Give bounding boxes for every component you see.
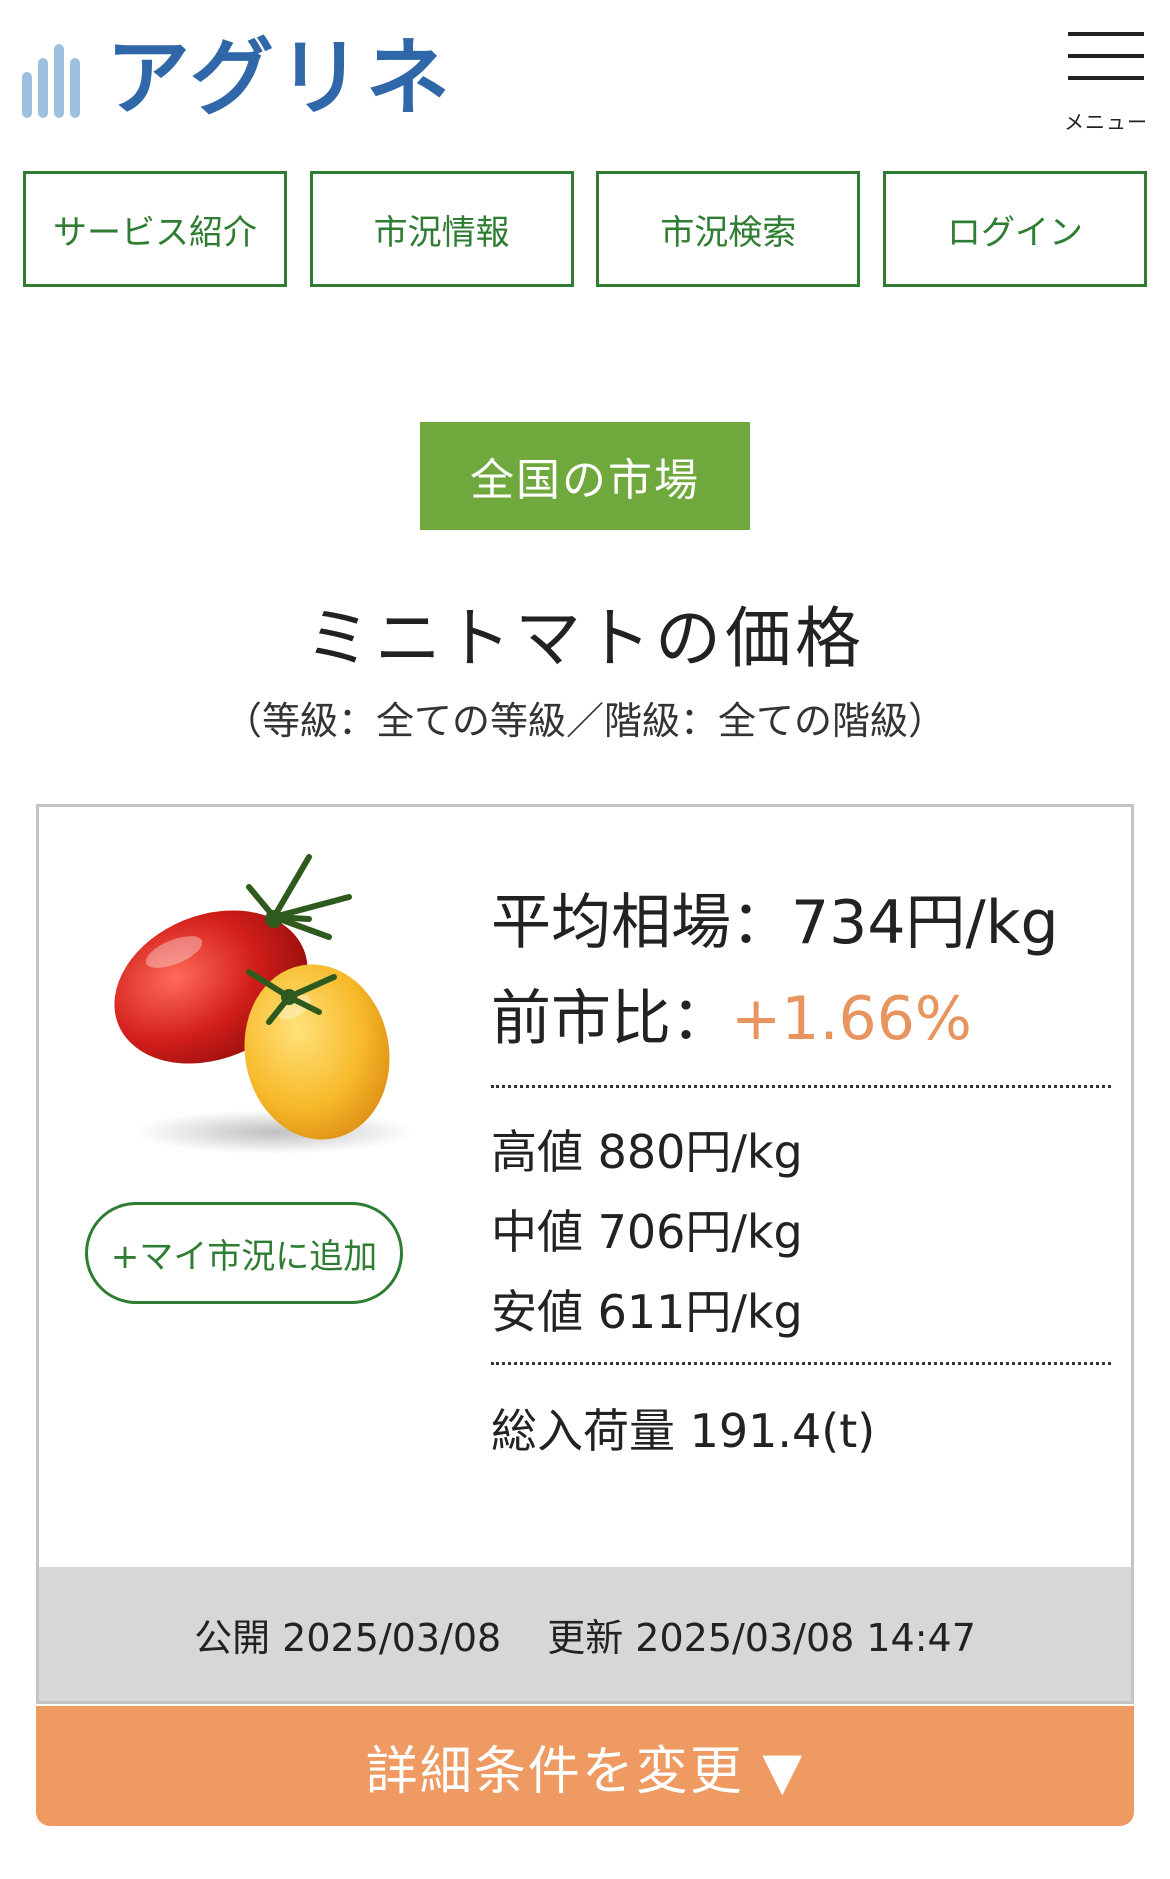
nav-service-intro[interactable]: サービス紹介 [23, 171, 287, 287]
logo-bars-icon [22, 38, 80, 118]
nav-market-info[interactable]: 市況情報 [309, 171, 574, 287]
main-nav: サービス紹介 市況情報 市況検索 ログイン [23, 171, 1147, 287]
price-card: +マイ市況に追加 平均相場：734円/kg 前市比：+1.66% 高値 880円… [36, 804, 1134, 1704]
hamburger-menu-icon [1068, 32, 1144, 84]
average-price-label: 平均相場： [491, 888, 791, 958]
change-conditions-button[interactable]: 詳細条件を変更 ▼ [36, 1706, 1134, 1826]
mini-tomato-image [99, 847, 439, 1167]
page-title: ミニトマトの価格 [305, 600, 865, 677]
average-price-value: 734円/kg [791, 888, 1059, 958]
nav-market-search[interactable]: 市況検索 [596, 171, 861, 287]
add-to-my-market-button[interactable]: +マイ市況に追加 [85, 1202, 403, 1304]
average-price: 平均相場：734円/kg [491, 875, 1111, 971]
updated-date: 更新 2025/03/08 14:47 [547, 1615, 976, 1660]
total-volume: 総入荷量 191.4(t) [491, 1404, 876, 1458]
mid-price: 中値 706円/kg [491, 1205, 803, 1259]
logo-text: アグリネ [106, 29, 454, 127]
menu-button[interactable]: メニュー [1056, 32, 1156, 142]
high-price: 高値 880円/kg [491, 1125, 803, 1179]
nav-login[interactable]: ログイン [882, 171, 1147, 287]
change-label: 前市比： [491, 984, 731, 1054]
category-badge: 全国の市場 [420, 422, 750, 530]
price-info: 平均相場：734円/kg 前市比：+1.66% 高値 880円/kg 中値 70… [491, 875, 1111, 1471]
menu-label: メニュー [1064, 110, 1148, 134]
header: アグリネ メニュー [0, 0, 1170, 160]
previous-market-change: 前市比：+1.66% [491, 971, 1111, 1067]
page-subtitle: （等級：全ての等級／階級：全ての階級） [223, 699, 946, 743]
site-logo[interactable]: アグリネ [22, 29, 454, 127]
low-price: 安値 611円/kg [491, 1285, 803, 1339]
published-date: 公開 2025/03/08 [194, 1615, 502, 1660]
date-strip: 公開 2025/03/08 更新 2025/03/08 14:47 [39, 1567, 1131, 1701]
change-value: +1.66% [731, 984, 972, 1054]
